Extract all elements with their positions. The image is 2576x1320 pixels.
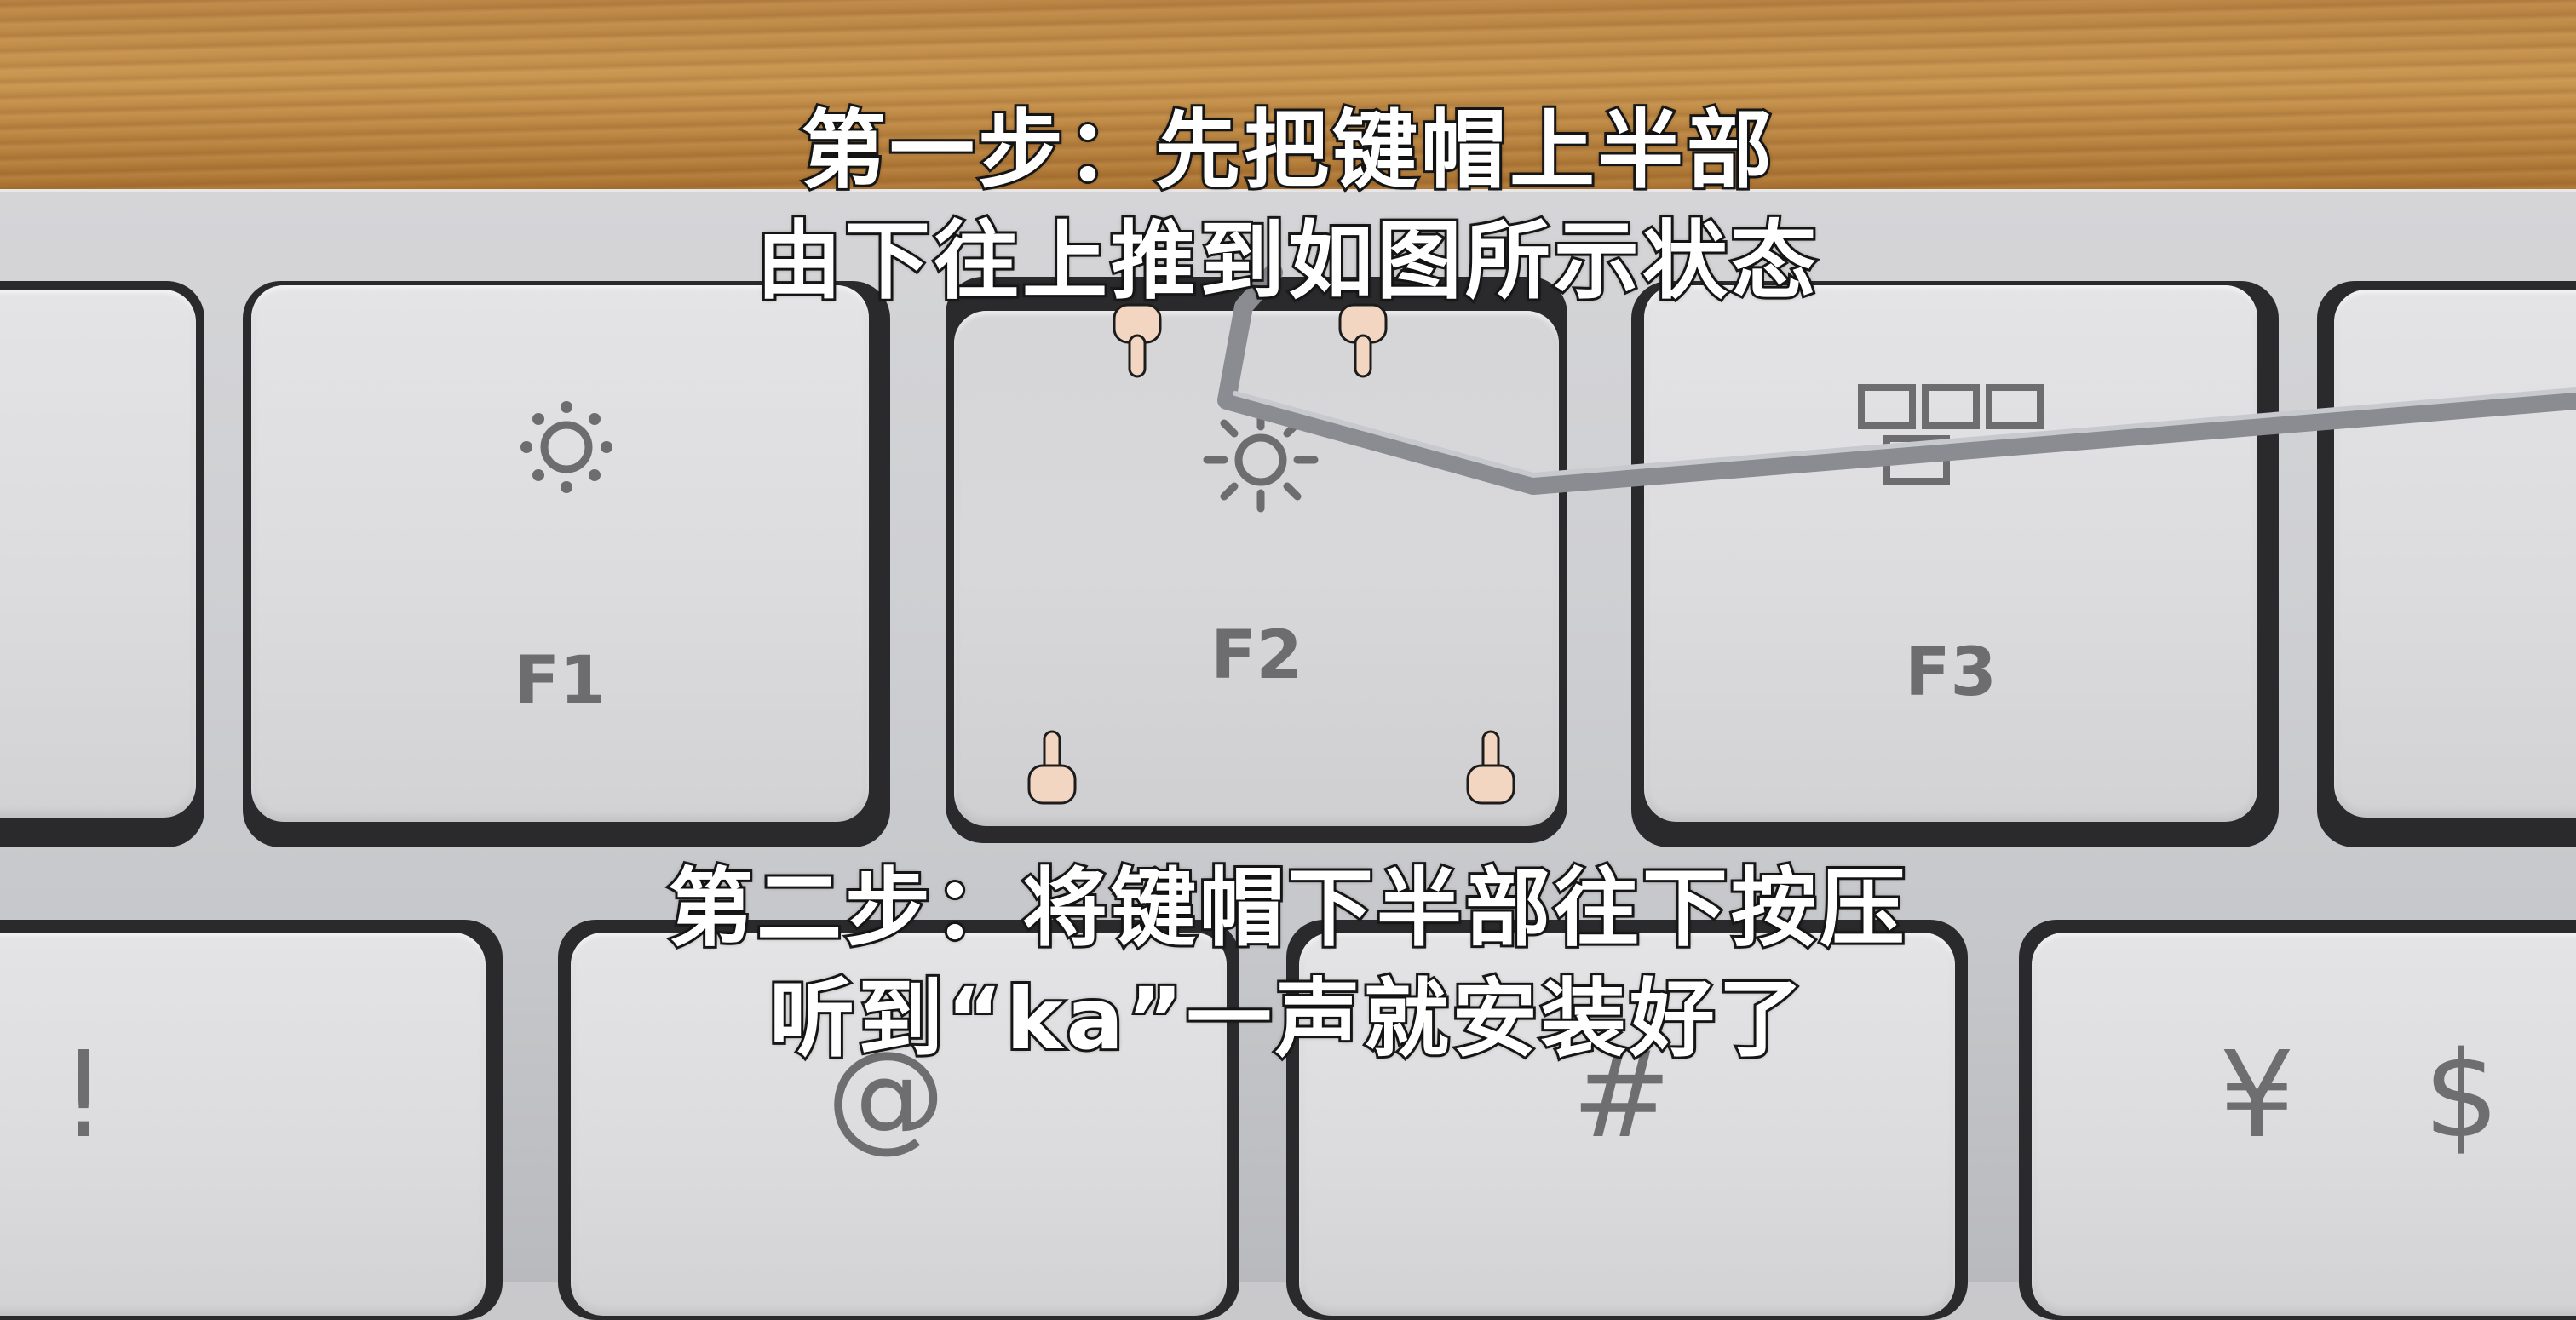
caption-step1-line1: 第一步：先把键帽上半部 — [798, 98, 1775, 203]
caption-step2-line1: 第二步：将键帽下半部往下按压 — [665, 856, 1908, 961]
caption-step2-line2: 听到“ka”一声就安装好了 — [767, 967, 1807, 1071]
caption-step1-line2: 由下往上推到如图所示状态 — [754, 209, 1820, 313]
hand-pointing-up-icon — [1027, 730, 1077, 805]
hand-pointing-up-icon — [1466, 730, 1515, 805]
photo-scene: F1 F2 F3 ! @ # ¥ $ 第一步：先把键帽上半部 由下往上推到如图所… — [0, 0, 2576, 1320]
